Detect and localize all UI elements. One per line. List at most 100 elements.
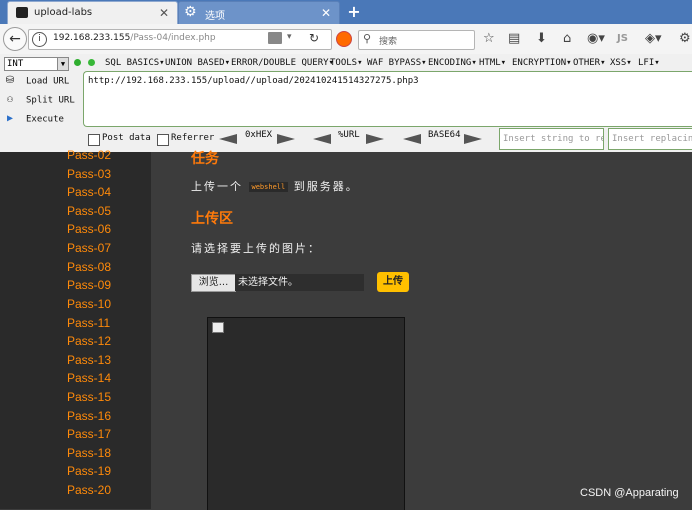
load-url-button[interactable]: ⛁ Load URL	[4, 75, 70, 87]
tab-label: upload-labs	[34, 7, 93, 18]
info-icon[interactable]: i	[32, 32, 47, 47]
insert-replacing-input[interactable]: Insert replacing string	[608, 128, 692, 150]
url-path: /Pass-04/index.php	[130, 33, 216, 43]
execute-icon: ▶	[6, 113, 14, 124]
url-text: 192.168.233.155/Pass-04/index.php	[53, 33, 216, 43]
star-bookmark-icon[interactable]: ☆	[483, 31, 495, 46]
sidebar-item-pass-17[interactable]: Pass-17	[67, 427, 111, 441]
search-icon: ⚲	[363, 32, 372, 45]
post-data-label: Post data	[102, 133, 151, 143]
site-favicon-icon	[16, 7, 28, 18]
hex-decode-arrow-icon[interactable]	[219, 134, 237, 144]
task-text-before: 上传一个	[191, 180, 243, 193]
sidebar-item-pass-04[interactable]: Pass-04	[67, 185, 111, 199]
close-tab-icon[interactable]: ✕	[321, 6, 331, 20]
image-preview	[207, 317, 405, 510]
sidebar-item-pass-12[interactable]: Pass-12	[67, 334, 111, 348]
back-button[interactable]: ←	[3, 27, 27, 51]
search-input[interactable]: ⚲ 搜索	[358, 30, 475, 50]
menu-tools[interactable]: TOOLS▾	[330, 58, 363, 68]
url-bar[interactable]: i 192.168.233.155/Pass-04/index.php ▾ ↻	[28, 29, 332, 50]
hackbar-url-text: http://192.168.233.155/upload//upload/20…	[88, 76, 419, 86]
url-decode-arrow-icon[interactable]	[313, 134, 331, 144]
sidebar-item-pass-07[interactable]: Pass-07	[67, 241, 111, 255]
library-icon[interactable]: ▤	[508, 31, 520, 46]
referrer-checkbox[interactable]	[157, 134, 169, 146]
sidebar-item-pass-06[interactable]: Pass-06	[67, 222, 111, 236]
hex-encode-arrow-icon[interactable]	[277, 134, 295, 144]
base64-encode-arrow-icon[interactable]	[464, 134, 482, 144]
menu-waf-bypass[interactable]: WAF BYPASS▾	[367, 58, 427, 68]
sidebar-item-pass-05[interactable]: Pass-05	[67, 204, 111, 218]
status-dot-icon	[74, 59, 81, 66]
split-url-button[interactable]: ⚇ Split URL	[4, 94, 75, 106]
split-url-icon: ⚇	[6, 94, 14, 105]
sidebar-item-pass-09[interactable]: Pass-09	[67, 278, 111, 292]
tab-label: 选项	[205, 11, 225, 22]
new-tab-button[interactable]: +	[344, 2, 364, 22]
settings-icon[interactable]: ⚙	[679, 31, 691, 46]
sidebar-item-pass-11[interactable]: Pass-11	[67, 316, 110, 330]
sidebar-item-pass-18[interactable]: Pass-18	[67, 446, 111, 460]
tab-upload-labs[interactable]: upload-labs ✕	[7, 1, 178, 25]
task-code: webshell	[248, 182, 289, 192]
menu-union-based[interactable]: UNION BASED▾	[165, 58, 230, 68]
menu-error-double-query[interactable]: ERROR/DOUBLE QUERY▾	[231, 58, 334, 68]
addon-icon[interactable]	[336, 31, 352, 47]
browse-button[interactable]: 浏览...	[191, 274, 236, 292]
menu-other[interactable]: OTHER▾	[573, 58, 606, 68]
broken-image-icon	[212, 322, 224, 333]
task-description: 上传一个 webshell 到服务器。	[191, 178, 359, 194]
home-icon[interactable]: ⌂	[563, 31, 571, 46]
task-text-after: 到服务器。	[293, 180, 359, 193]
load-url-icon: ⛁	[5, 75, 15, 86]
url-encode-arrow-icon[interactable]	[366, 134, 384, 144]
dropdown-arrow-icon[interactable]: ▾	[287, 32, 292, 42]
search-placeholder: 搜索	[379, 37, 398, 47]
watermark: CSDN @Apparating	[580, 487, 679, 499]
hackbar-type-select[interactable]: INT ▼	[4, 57, 69, 71]
insert-string-input[interactable]: Insert string to replace	[499, 128, 604, 150]
sidebar-item-pass-10[interactable]: Pass-10	[67, 297, 111, 311]
globe-icon[interactable]: ◉▾	[587, 31, 605, 46]
upload-button[interactable]: 上传	[377, 272, 409, 292]
sidebar-item-pass-08[interactable]: Pass-08	[67, 260, 111, 274]
sidebar-item-pass-16[interactable]: Pass-16	[67, 409, 111, 423]
js-toggle-icon[interactable]: JS	[617, 33, 628, 44]
back-arrow-icon: ←	[9, 31, 21, 47]
download-icon[interactable]: ⬇	[536, 31, 547, 46]
reader-view-icon[interactable]	[268, 32, 282, 44]
sidebar-item-pass-03[interactable]: Pass-03	[67, 167, 111, 181]
tab-options[interactable]: ⚙ 选项 ✕	[178, 1, 340, 25]
extension-icon[interactable]: ◈▾	[645, 31, 662, 46]
sidebar-item-pass-13[interactable]: Pass-13	[67, 353, 111, 367]
sidebar-item-pass-19[interactable]: Pass-19	[67, 464, 111, 478]
menu-html[interactable]: HTML▾	[479, 58, 506, 68]
gear-icon: ⚙	[184, 4, 197, 20]
sidebar-item-pass-20[interactable]: Pass-20	[67, 483, 111, 497]
hex-label: 0xHEX	[245, 130, 273, 140]
load-url-label: Load URL	[26, 76, 70, 87]
split-url-label: Split URL	[26, 95, 75, 106]
reload-icon[interactable]: ↻	[309, 31, 319, 45]
hackbar-url-textarea[interactable]: http://192.168.233.155/upload//upload/20…	[83, 71, 692, 127]
url-host: 192.168.233.155	[53, 33, 131, 43]
menu-encryption[interactable]: ENCRYPTION▾	[512, 58, 572, 68]
task-title: 任务	[191, 150, 219, 166]
menu-xss[interactable]: XSS▾	[610, 58, 632, 68]
base64-decode-arrow-icon[interactable]	[403, 134, 421, 144]
sidebar-item-pass-02[interactable]: Pass-02	[67, 148, 111, 162]
select-value: INT	[7, 59, 24, 69]
chevron-down-icon: ▼	[57, 58, 68, 70]
menu-sql-basics[interactable]: SQL BASICS▾	[105, 58, 165, 68]
status-dot-icon	[88, 59, 95, 66]
close-tab-icon[interactable]: ✕	[159, 6, 169, 20]
menu-lfi[interactable]: LFI▾	[638, 58, 660, 68]
execute-button[interactable]: ▶ Execute	[4, 113, 64, 125]
sidebar-item-pass-14[interactable]: Pass-14	[67, 371, 111, 385]
menu-encoding[interactable]: ENCODING▾	[428, 58, 477, 68]
post-data-checkbox[interactable]	[88, 134, 100, 146]
execute-label: Execute	[26, 114, 64, 125]
url-label: %URL	[338, 130, 360, 140]
sidebar-item-pass-15[interactable]: Pass-15	[67, 390, 111, 404]
